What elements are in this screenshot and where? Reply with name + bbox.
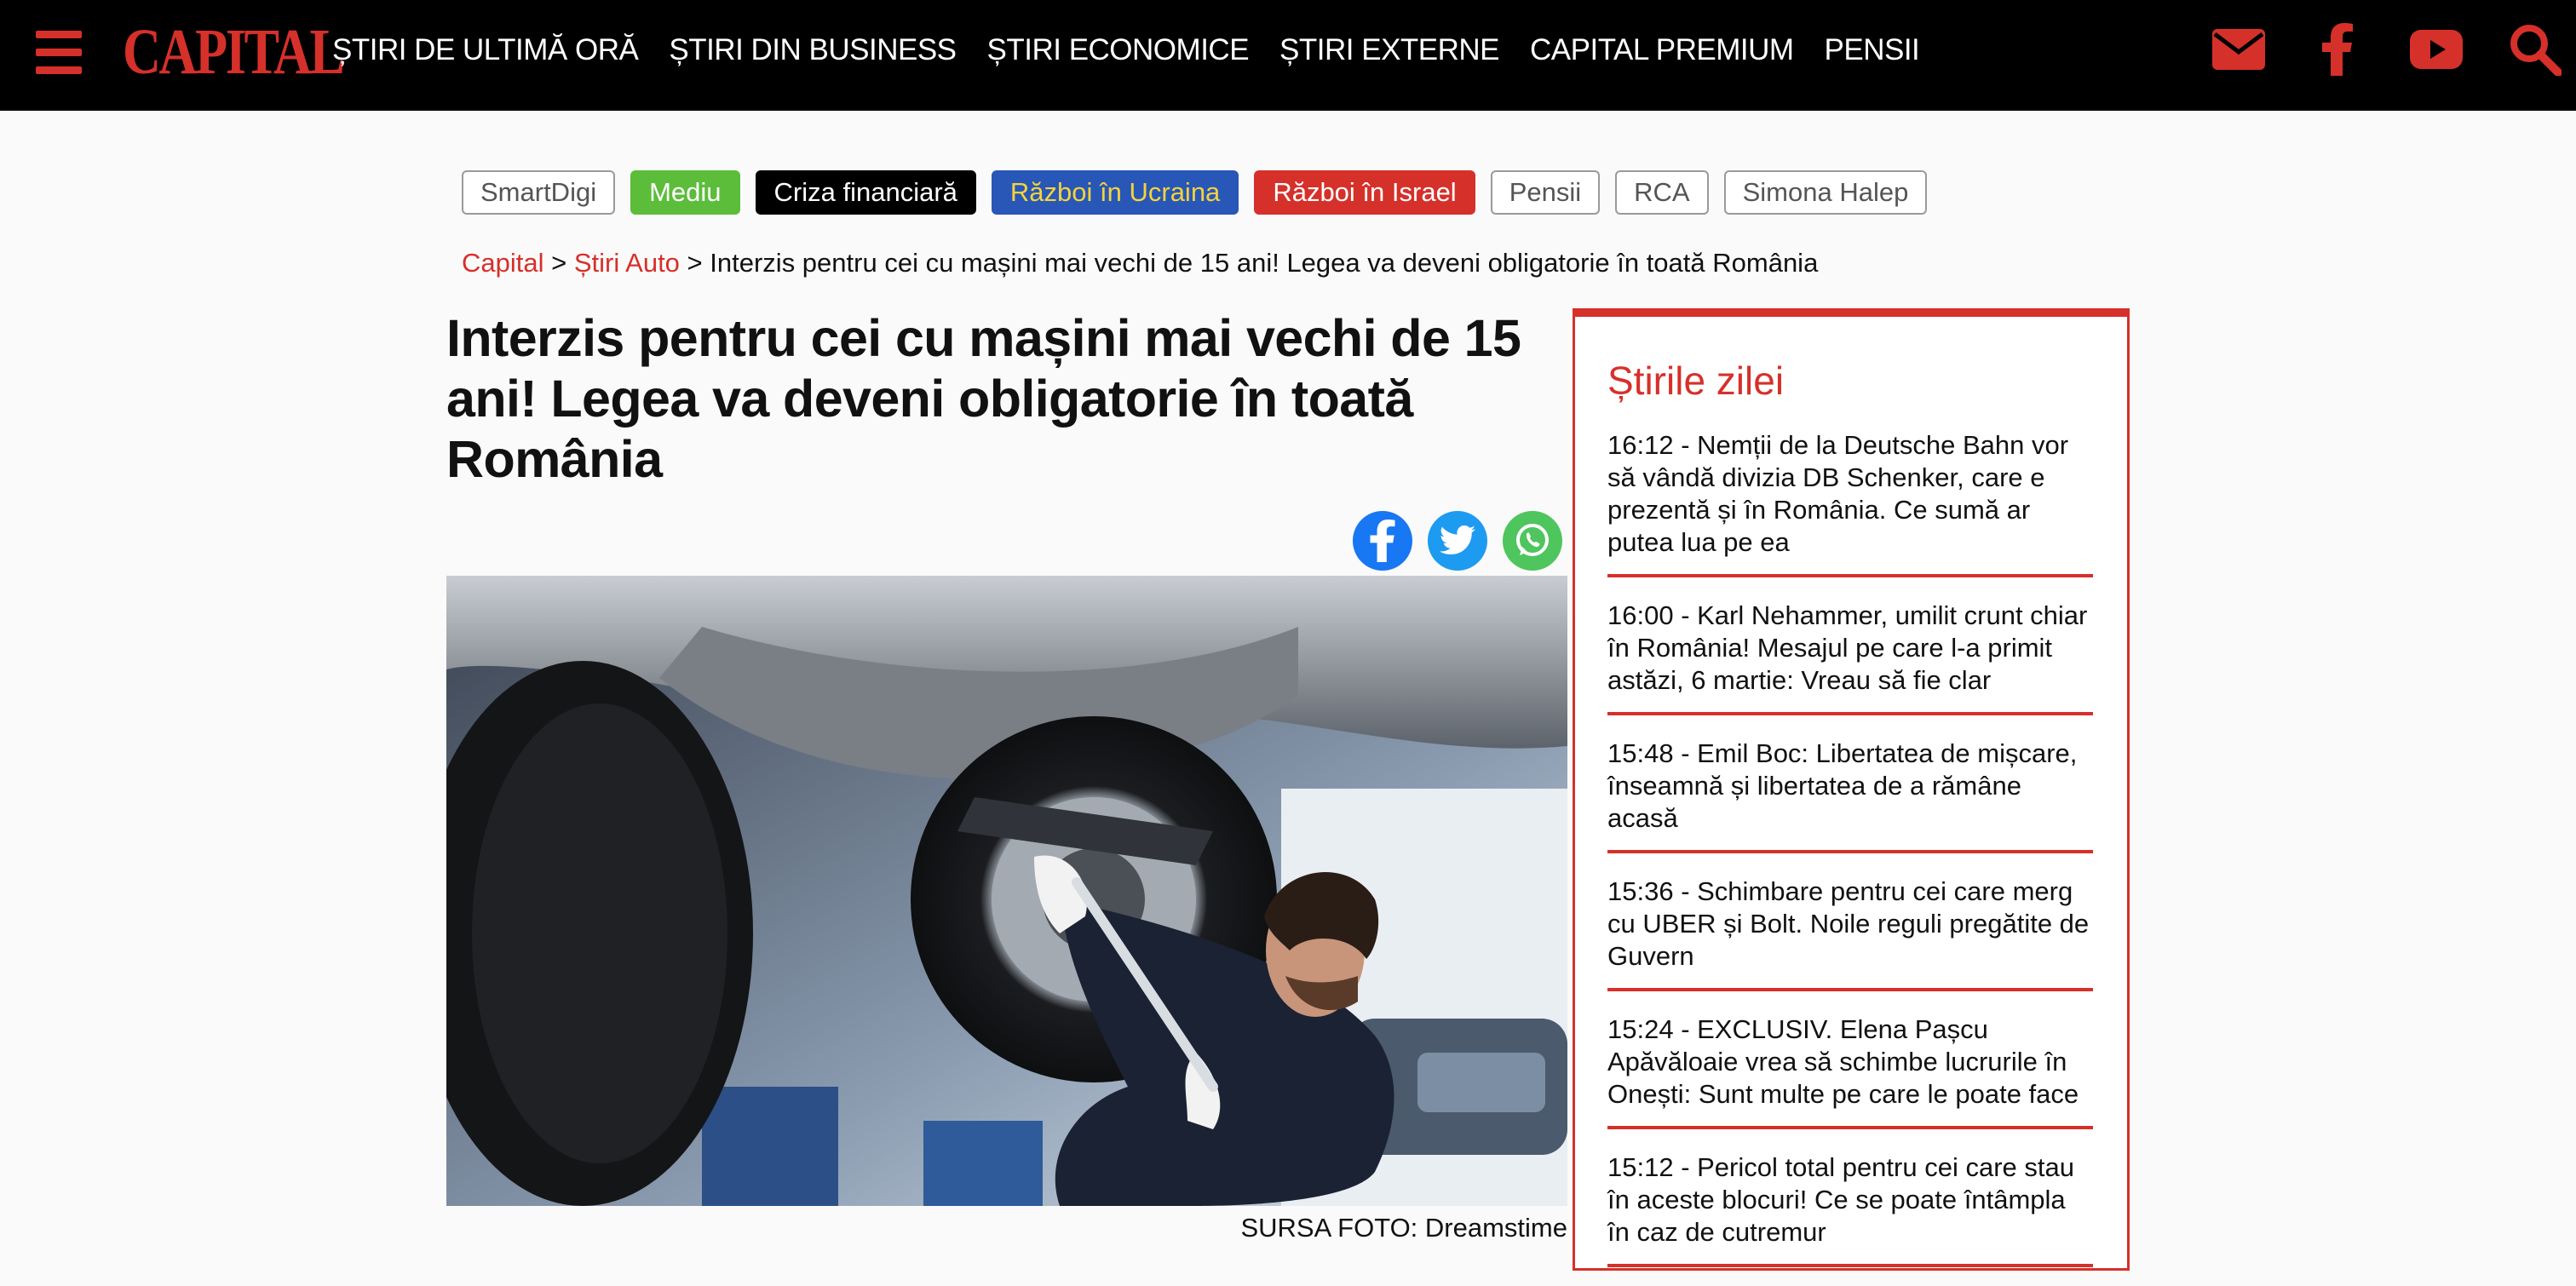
photo-caption: SURSA FOTO: Dreamstime bbox=[1240, 1213, 1567, 1243]
tag-criza-financiara[interactable]: Criza financiară bbox=[755, 170, 976, 215]
article-hero-image bbox=[446, 576, 1567, 1206]
breadcrumb-section-link[interactable]: Știri Auto bbox=[574, 248, 680, 278]
tag-pensii[interactable]: Pensii bbox=[1490, 170, 1601, 215]
sidebar-news-list: 16:12 - Nemții de la Deutsche Bahn vor s… bbox=[1607, 426, 2093, 1286]
twitter-share-icon[interactable] bbox=[1428, 511, 1487, 571]
breadcrumb-separator: > bbox=[687, 248, 703, 278]
article-title: Interzis pentru cei cu mașini mai vechi … bbox=[446, 309, 1521, 488]
capital-logo[interactable]: CAPITAL bbox=[123, 14, 345, 90]
nav-item-stiri-ultima-ora[interactable]: ȘTIRI DE ULTIMĂ ORĂ bbox=[332, 33, 639, 67]
tag-rca[interactable]: RCA bbox=[1615, 170, 1709, 215]
tag-smartdigi[interactable]: SmartDigi bbox=[462, 170, 616, 215]
main-navigation: ȘTIRI DE ULTIMĂ ORĂ ȘTIRI DIN BUSINESS Ș… bbox=[332, 0, 1920, 100]
share-buttons bbox=[1353, 511, 1562, 571]
mechanic-under-car-illustration bbox=[446, 576, 1567, 1206]
whatsapp-share-icon[interactable] bbox=[1503, 511, 1562, 571]
nav-item-stiri-externe[interactable]: ȘTIRI EXTERNE bbox=[1279, 33, 1499, 67]
breadcrumb-home-link[interactable]: Capital bbox=[462, 248, 544, 278]
tag-razboi-ucraina[interactable]: Război în Ucraina bbox=[991, 170, 1239, 215]
sidebar-news-item[interactable]: 16:12 - Nemții de la Deutsche Bahn vor s… bbox=[1607, 426, 2093, 577]
nav-item-pensii[interactable]: PENSII bbox=[1825, 33, 1920, 67]
header-icon-group bbox=[2211, 22, 2562, 77]
envelope-icon[interactable] bbox=[2211, 22, 2266, 77]
sidebar-news-item[interactable]: 15:12 - Pericol total pentru cei care st… bbox=[1607, 1148, 2093, 1267]
search-icon[interactable] bbox=[2508, 22, 2562, 77]
facebook-icon[interactable] bbox=[2310, 22, 2365, 77]
tag-razboi-israel[interactable]: Război în Israel bbox=[1254, 170, 1475, 215]
stirile-zilei-sidebar: Știrile zilei 16:12 - Nemții de la Deuts… bbox=[1573, 308, 2130, 1271]
tag-simona-halep[interactable]: Simona Halep bbox=[1723, 170, 1928, 215]
sidebar-news-item[interactable]: 15:24 - EXCLUSIV. Elena Pașcu Apăvăloaie… bbox=[1607, 1010, 2093, 1129]
nav-item-stiri-economice[interactable]: ȘTIRI ECONOMICE bbox=[987, 33, 1250, 67]
breadcrumb-current: Interzis pentru cei cu mașini mai vechi … bbox=[710, 248, 1819, 278]
sidebar-news-item[interactable]: 15:36 - Schimbare pentru cei care merg c… bbox=[1607, 872, 2093, 991]
youtube-icon[interactable] bbox=[2409, 22, 2464, 77]
sidebar-title: Știrile zilei bbox=[1607, 359, 1785, 403]
nav-item-stiri-business[interactable]: ȘTIRI DIN BUSINESS bbox=[669, 33, 957, 67]
sidebar-news-item[interactable]: 16:00 - Karl Nehammer, umilit crunt chia… bbox=[1607, 596, 2093, 715]
topic-tags: SmartDigi Mediu Criza financiară Război … bbox=[462, 170, 1928, 215]
hamburger-menu-icon[interactable] bbox=[36, 31, 82, 75]
top-navigation-bar: CAPITAL ȘTIRI DE ULTIMĂ ORĂ ȘTIRI DIN BU… bbox=[0, 0, 2576, 111]
tag-mediu[interactable]: Mediu bbox=[630, 170, 740, 215]
sidebar-news-item[interactable]: 15:48 - Emil Boc: Libertatea de mișcare,… bbox=[1607, 734, 2093, 853]
nav-item-capital-premium[interactable]: CAPITAL PREMIUM bbox=[1530, 33, 1794, 67]
breadcrumb: Capital > Știri Auto > Interzis pentru c… bbox=[462, 248, 1818, 278]
breadcrumb-separator: > bbox=[551, 248, 567, 278]
facebook-share-icon[interactable] bbox=[1353, 511, 1412, 571]
